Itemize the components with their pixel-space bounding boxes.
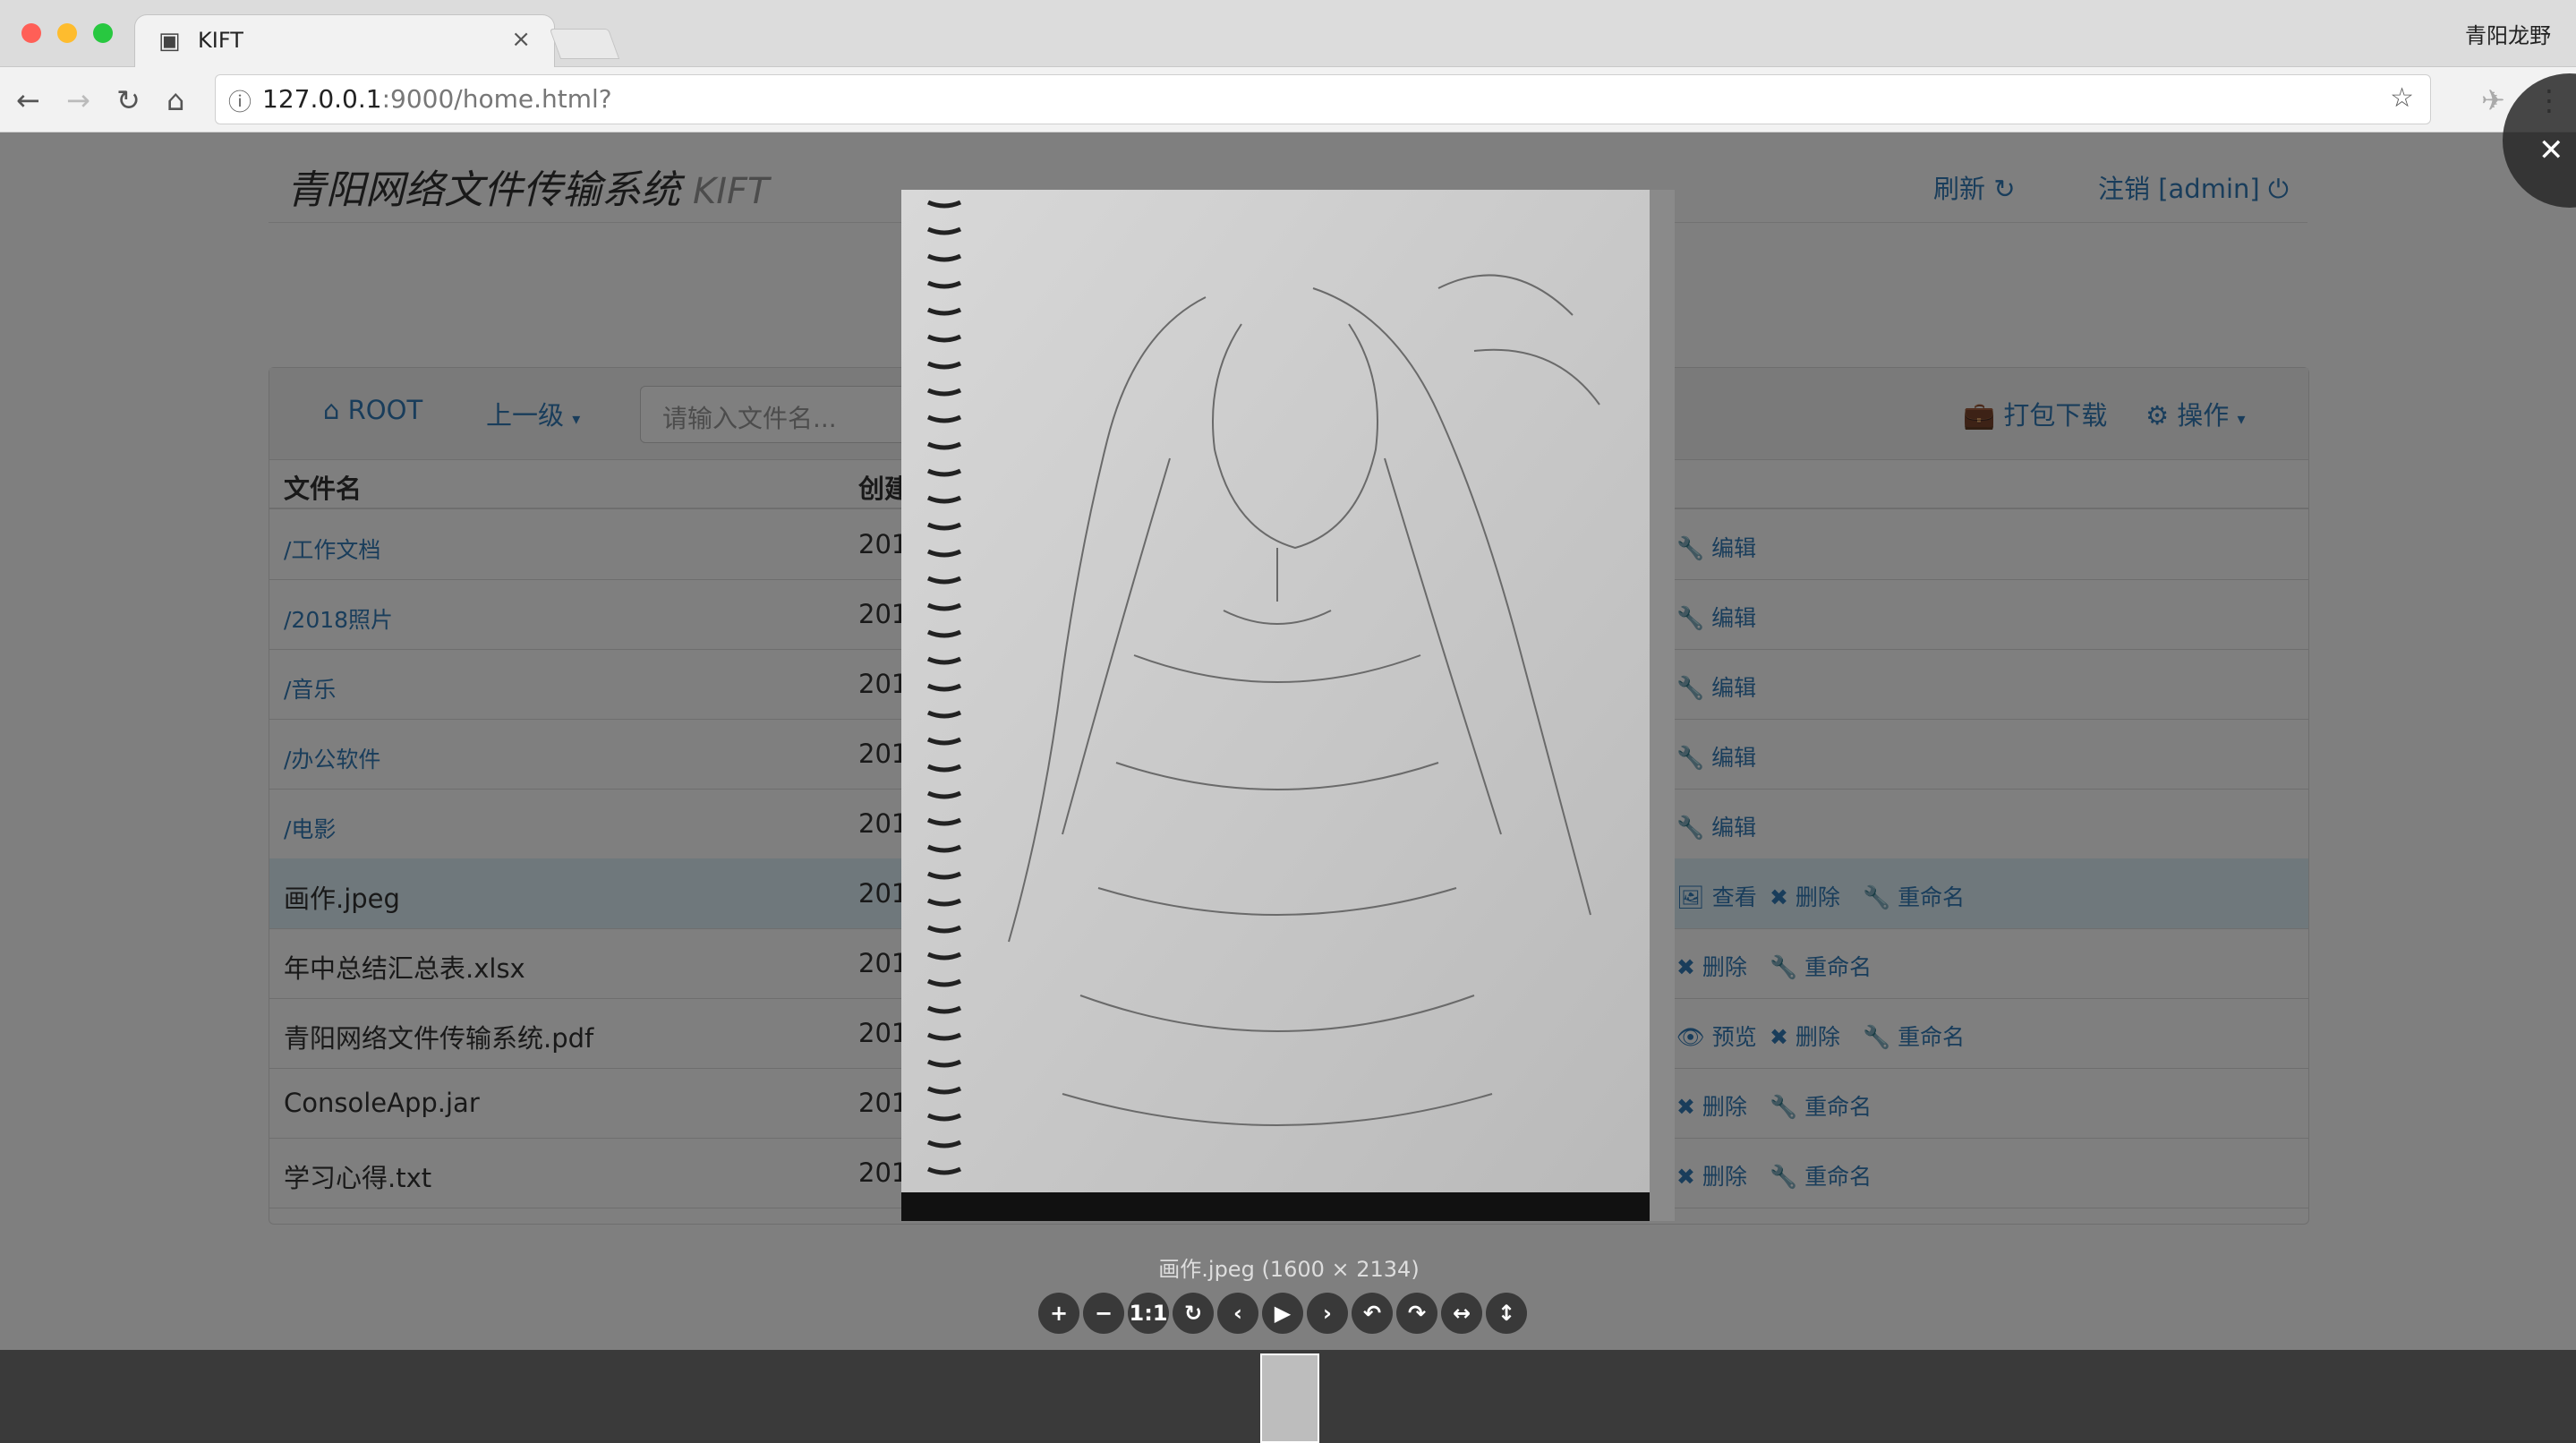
close-window-button[interactable]: [21, 23, 41, 43]
viewer-tool-button[interactable]: −: [1083, 1293, 1124, 1334]
maximize-window-button[interactable]: [93, 23, 113, 43]
viewer-tool-button[interactable]: 1:1: [1128, 1293, 1169, 1334]
viewer-tool-button[interactable]: ↻: [1173, 1293, 1214, 1334]
sketch-image: [901, 190, 1675, 1221]
viewer-tool-button[interactable]: ▶: [1262, 1293, 1303, 1334]
forward-icon[interactable]: →: [66, 83, 90, 117]
viewer-caption: 画作.jpeg (1600 × 2134): [1158, 1257, 1420, 1282]
browser-titlebar: ▣ KIFT × 青阳龙野: [0, 0, 2576, 67]
address-bar[interactable]: ⓘ 127.0.0.1:9000/home.html? ☆: [215, 74, 2431, 124]
tab-favicon-icon: ▣: [158, 28, 181, 55]
viewer-tool-button[interactable]: ›: [1307, 1293, 1348, 1334]
new-tab-button[interactable]: [549, 29, 620, 59]
viewer-tool-button[interactable]: ↷: [1396, 1293, 1437, 1334]
bookmark-star-icon[interactable]: ☆: [2390, 82, 2414, 114]
viewer-image[interactable]: [901, 190, 1675, 1221]
tab-close-icon[interactable]: ×: [511, 26, 531, 53]
back-icon[interactable]: ←: [16, 83, 40, 117]
viewer-tool-button[interactable]: ‹: [1217, 1293, 1258, 1334]
url-text[interactable]: 127.0.0.1:9000/home.html?: [262, 84, 612, 114]
browser-tab[interactable]: ▣ KIFT ×: [134, 14, 555, 67]
extension-icon[interactable]: ✈: [2481, 83, 2505, 117]
viewer-tool-button[interactable]: ↶: [1352, 1293, 1393, 1334]
viewer-tool-button[interactable]: ↕: [1486, 1293, 1527, 1334]
info-icon[interactable]: ⓘ: [228, 84, 252, 117]
viewer-thumbnail[interactable]: [1260, 1353, 1319, 1443]
viewer-tool-button[interactable]: +: [1038, 1293, 1079, 1334]
tab-title: KIFT: [198, 28, 243, 53]
viewer-tool-button[interactable]: ↔: [1441, 1293, 1482, 1334]
minimize-window-button[interactable]: [57, 23, 77, 43]
profile-name[interactable]: 青阳龙野: [2465, 18, 2551, 49]
close-icon: ✕: [2538, 132, 2564, 168]
reload-icon[interactable]: ↻: [116, 83, 141, 117]
home-icon[interactable]: ⌂: [166, 83, 184, 117]
browser-toolbar: ← → ↻ ⌂ ⓘ 127.0.0.1:9000/home.html? ☆ ✈ …: [0, 67, 2576, 132]
